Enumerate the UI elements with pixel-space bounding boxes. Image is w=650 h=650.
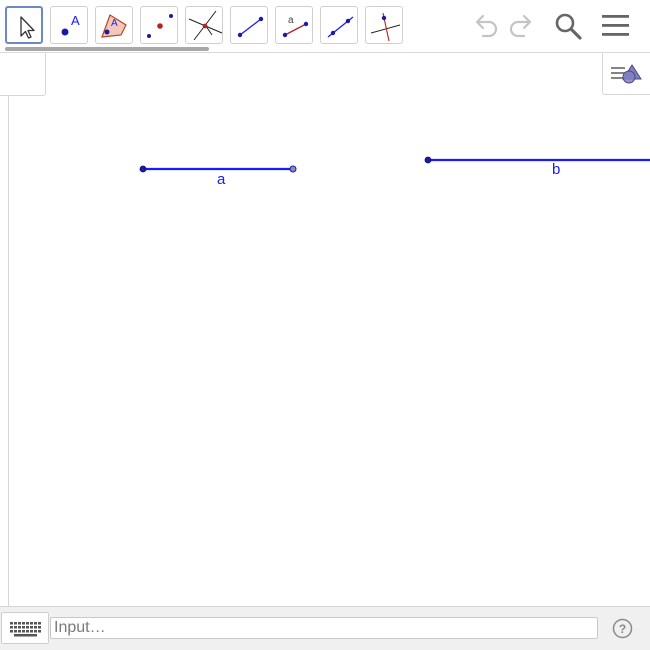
perpendicular-bisector-icon xyxy=(370,12,401,42)
segment-with-length-tool-button[interactable]: a xyxy=(275,6,313,44)
point-tool-letter: A xyxy=(71,13,80,28)
midpoint-icon xyxy=(147,14,173,38)
segment-icon xyxy=(237,16,264,38)
redo-icon[interactable] xyxy=(506,10,538,42)
polygon-tool-letter: A xyxy=(111,18,118,29)
perpendicular-tool-button[interactable] xyxy=(185,6,223,44)
segment-b-start-point[interactable] xyxy=(424,156,432,164)
toolbar-scrollbar[interactable] xyxy=(5,47,209,51)
undo-icon[interactable] xyxy=(469,10,501,42)
segment-b-label[interactable]: b xyxy=(552,161,560,178)
move-tool-button[interactable] xyxy=(5,6,43,44)
midpoint-tool-button[interactable] xyxy=(140,6,178,44)
help-icon[interactable]: ? xyxy=(612,618,633,639)
polygon-tool-button[interactable]: A xyxy=(95,6,133,44)
search-icon[interactable] xyxy=(552,10,584,42)
keyboard-icon xyxy=(10,622,41,637)
segment-length-letter: a xyxy=(288,15,294,26)
cursor-arrow-icon xyxy=(20,16,35,39)
perpendicular-lines-icon xyxy=(188,10,223,41)
line-icon xyxy=(327,16,354,38)
segment-a-end-point[interactable] xyxy=(289,165,297,173)
geometry-canvas: a b xyxy=(139,156,650,188)
toolbar: A A a xyxy=(0,0,650,53)
segment-a-start-point[interactable] xyxy=(139,165,147,173)
line-tool-button[interactable] xyxy=(320,6,358,44)
svg-text:?: ? xyxy=(619,622,626,636)
keyboard-button[interactable] xyxy=(1,612,49,644)
point-icon: A xyxy=(61,13,80,36)
segment-length-icon: a xyxy=(282,15,309,38)
graphics-view[interactable]: a b xyxy=(0,53,650,606)
segment-a[interactable]: a xyxy=(139,165,297,188)
point-tool-button[interactable]: A xyxy=(50,6,88,44)
segment-tool-button[interactable] xyxy=(230,6,268,44)
geogebra-app: A A a a b Input… ? xyxy=(0,0,650,650)
algebra-input-field[interactable] xyxy=(50,617,598,639)
menu-icon[interactable] xyxy=(600,10,632,42)
input-bar: ? xyxy=(0,606,650,650)
segment-b[interactable]: b xyxy=(424,156,650,178)
segment-a-label[interactable]: a xyxy=(217,171,226,188)
polygon-icon: A xyxy=(101,14,127,38)
perpendicular-bisector-tool-button[interactable] xyxy=(365,6,403,44)
